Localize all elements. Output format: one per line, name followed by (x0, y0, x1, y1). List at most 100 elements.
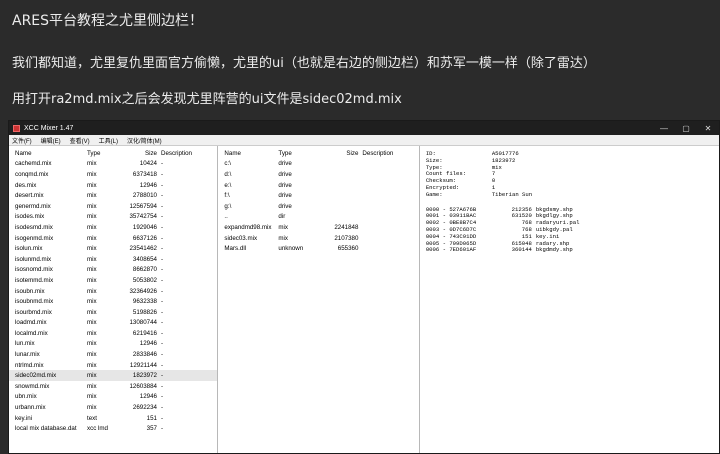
mix-contents-list[interactable]: Name Type Size Description cachemd.mix mi… (9, 146, 219, 453)
table-row[interactable]: f:\ drive (218, 190, 418, 201)
table-row[interactable]: loadmd.mix mix 13080744- (9, 318, 217, 329)
table-row[interactable]: lunar.mix mix 2833846- (9, 349, 217, 360)
menu-edit[interactable]: 编辑(E) (41, 136, 61, 145)
table-row[interactable]: snowmd.mix mix 12603884- (9, 381, 217, 392)
col-description[interactable]: Description (161, 150, 211, 157)
cell-name: isolun.mix (15, 245, 43, 253)
table-row[interactable]: isogenmd.mix mix 6637126- (9, 233, 217, 244)
cell-description: - (161, 414, 164, 422)
title-bar[interactable]: XCC Mixer 1.47 — ▢ ✕ (9, 121, 719, 135)
entry-size: 212356 (511, 205, 532, 213)
table-row[interactable]: sidec03.mix mix 2107380 (218, 233, 418, 244)
cell-name: isotemmd.mix (15, 276, 54, 284)
info-key: Checksum: (425, 177, 457, 185)
col-type[interactable]: Type (87, 150, 117, 157)
cell-name: isoubn.mix (15, 287, 45, 295)
table-row[interactable]: g:\ drive (218, 201, 418, 212)
table-row[interactable]: genermd.mix mix 12567594- (9, 201, 217, 212)
cell-description: - (161, 223, 164, 231)
table-row[interactable]: conqmd.mix mix 6373418- (9, 169, 217, 180)
close-button[interactable]: ✕ (697, 124, 719, 133)
cell-name: ubn.mix (15, 393, 37, 401)
cell-size: 6219416 (132, 329, 157, 337)
cell-name: isourbmd.mix (15, 308, 52, 316)
table-row[interactable]: local mix database.dat xcc lmd 357- (9, 423, 217, 434)
table-row[interactable]: isotemmd.mix mix 5053802- (9, 275, 217, 286)
col-name[interactable]: Name (15, 150, 87, 157)
table-row[interactable]: isodesmd.mix mix 1929046- (9, 222, 217, 233)
col-size[interactable]: Size (117, 150, 161, 157)
cell-size: 12567594 (129, 202, 157, 210)
info-line: Type: mix (426, 164, 713, 171)
menu-file[interactable]: 文件(F) (12, 136, 32, 145)
cell-description: - (161, 319, 164, 327)
cell-description: - (161, 192, 164, 200)
cell-type: mix (87, 181, 97, 189)
table-row[interactable]: desert.mix mix 2788010- (9, 190, 217, 201)
cell-size: 35742754 (129, 213, 157, 221)
table-row[interactable]: des.mix mix 12946- (9, 180, 217, 191)
cell-name: conqmd.mix (15, 170, 49, 178)
col-type[interactable]: Type (278, 150, 308, 157)
table-row[interactable]: isoubnmd.mix mix 9632338- (9, 296, 217, 307)
file-browser-list[interactable]: Name Type Size Description c:\ drive d:\ dr… (218, 146, 420, 453)
post-title: ARES平台教程之尤里侧边栏！ (12, 13, 204, 29)
cell-size: 151 (146, 414, 157, 422)
cell-type: mix (87, 308, 97, 316)
cell-type: dir (278, 213, 286, 221)
entry-name: key.ini (535, 232, 560, 240)
table-row[interactable]: Mars.dll unknown 655360 (218, 243, 418, 254)
table-row[interactable]: sidec02md.mix mix 1823972- (9, 370, 218, 382)
table-row[interactable]: expandmd98.mix mix 2241848 (218, 222, 418, 233)
menu-view[interactable]: 查看(V) (70, 136, 90, 145)
table-row[interactable]: lun.mix mix 12946- (9, 339, 217, 350)
post-paragraph-2: 用打开ra2md.mix之后会发现尤里阵营的ui文件是sidec02md.mix (12, 92, 402, 107)
table-row[interactable]: isolunmd.mix mix 3408654- (9, 254, 217, 265)
table-row[interactable]: isolun.mix mix 23541462- (9, 243, 217, 254)
table-row[interactable]: .. dir (218, 212, 418, 223)
cell-type: mix (87, 340, 97, 348)
cell-name: sidec02md.mix (15, 372, 57, 380)
entry-name: uibkgdy.pal (535, 225, 573, 233)
info-value: mix (491, 163, 502, 171)
table-row[interactable]: localmd.mix mix 6219416- (9, 328, 217, 339)
minimize-button[interactable]: — (653, 124, 675, 133)
table-row[interactable]: d:\ drive (218, 169, 418, 180)
menu-localization[interactable]: 汉化/简体(M) (127, 136, 162, 145)
table-row[interactable]: isosnomd.mix mix 8662870- (9, 265, 217, 276)
info-line: Count files: 7 (426, 170, 713, 177)
col-size[interactable]: Size (308, 150, 362, 157)
col-name[interactable]: Name (224, 150, 278, 157)
cell-size: 2107380 (334, 234, 359, 242)
cell-name: g:\ (224, 202, 232, 210)
cell-name: d:\ (224, 170, 232, 178)
entry-line: 0003 - 0D7C6D7C 768 uibkgdy.pal (426, 226, 713, 233)
table-row[interactable]: c:\ drive (218, 159, 418, 170)
cell-type: mix (87, 192, 97, 200)
cell-name: isogenmd.mix (15, 234, 54, 242)
cell-description: - (161, 372, 164, 380)
table-row[interactable]: key.ini text 151- (9, 413, 217, 424)
table-row[interactable]: cachemd.mix mix 10424- (9, 159, 217, 170)
col-description[interactable]: Description (362, 150, 412, 157)
table-row[interactable]: ubn.mix mix 12946- (9, 392, 217, 403)
table-row[interactable]: urbann.mix mix 2692234- (9, 402, 217, 413)
cell-size: 2241848 (334, 223, 359, 231)
cell-name: key.ini (15, 414, 33, 422)
cell-type: mix (87, 255, 97, 263)
table-row[interactable]: e:\ drive (218, 180, 418, 191)
post-paragraph-1: 我们都知道，尤里复仇里面官方偷懒，尤里的ui（也就是右边的侧边栏）和苏军一模一样… (12, 56, 596, 71)
info-key: ID: (425, 150, 436, 157)
table-row[interactable]: isodes.mix mix 35742754- (9, 212, 217, 223)
table-row[interactable]: isoubn.mix mix 32364926- (9, 286, 217, 297)
cell-description: - (161, 245, 164, 253)
entry-id: 0004 - 743C91DD (425, 232, 477, 240)
cell-name: localmd.mix (15, 329, 48, 337)
table-row[interactable]: isourbmd.mix mix 5198826- (9, 307, 217, 318)
cell-name: lunar.mix (15, 351, 40, 359)
menu-tools[interactable]: 工具(L) (99, 136, 118, 145)
maximize-button[interactable]: ▢ (675, 124, 697, 133)
entry-id: 0005 - 799D065D (425, 239, 477, 247)
info-value: 7 (491, 170, 496, 178)
table-row[interactable]: ntrlmd.mix mix 12921144- (9, 360, 217, 371)
